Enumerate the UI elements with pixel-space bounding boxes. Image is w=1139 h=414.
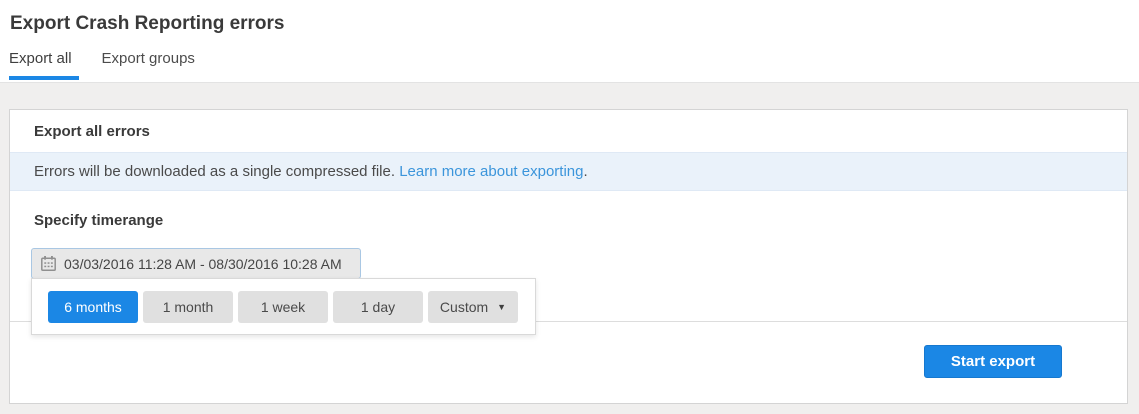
quick-option-1-week[interactable]: 1 week [238,291,328,323]
timerange-quick-picker: 6 months 1 month 1 week 1 day Custom ▼ [31,278,536,335]
tab-export-all[interactable]: Export all [9,50,79,80]
learn-more-link[interactable]: Learn more about exporting [399,163,583,180]
timerange-value: 03/03/2016 11:28 AM - 08/30/2016 10:28 A… [64,255,342,272]
calendar-icon [41,256,56,271]
timerange-heading: Specify timerange [34,212,164,229]
quick-option-1-month[interactable]: 1 month [143,291,233,323]
panel-title: Export all errors [34,123,150,140]
quick-option-6-months[interactable]: 6 months [48,291,138,323]
content-area: Export all errors Errors will be downloa… [0,82,1139,414]
tab-export-groups[interactable]: Export groups [102,50,202,80]
page-title: Export Crash Reporting errors [10,13,285,34]
tab-bar: Export all Export groups [9,50,1139,80]
info-banner-suffix: . [583,163,588,180]
caret-down-icon: ▼ [497,301,507,312]
timerange-section: Specify timerange 03/03/2016 11:28 AM - … [10,191,1127,335]
quick-option-1-day[interactable]: 1 day [333,291,423,323]
quick-option-custom-label: Custom [439,299,489,315]
timerange-input[interactable]: 03/03/2016 11:28 AM - 08/30/2016 10:28 A… [31,248,361,279]
page-header: Export Crash Reporting errors Export all… [0,0,1139,82]
start-export-button[interactable]: Start export [924,345,1062,378]
quick-option-custom[interactable]: Custom ▼ [428,291,518,323]
export-all-panel: Export all errors Errors will be downloa… [9,109,1128,404]
info-banner-text: Errors will be downloaded as a single co… [34,163,400,180]
info-banner: Errors will be downloaded as a single co… [10,152,1127,191]
